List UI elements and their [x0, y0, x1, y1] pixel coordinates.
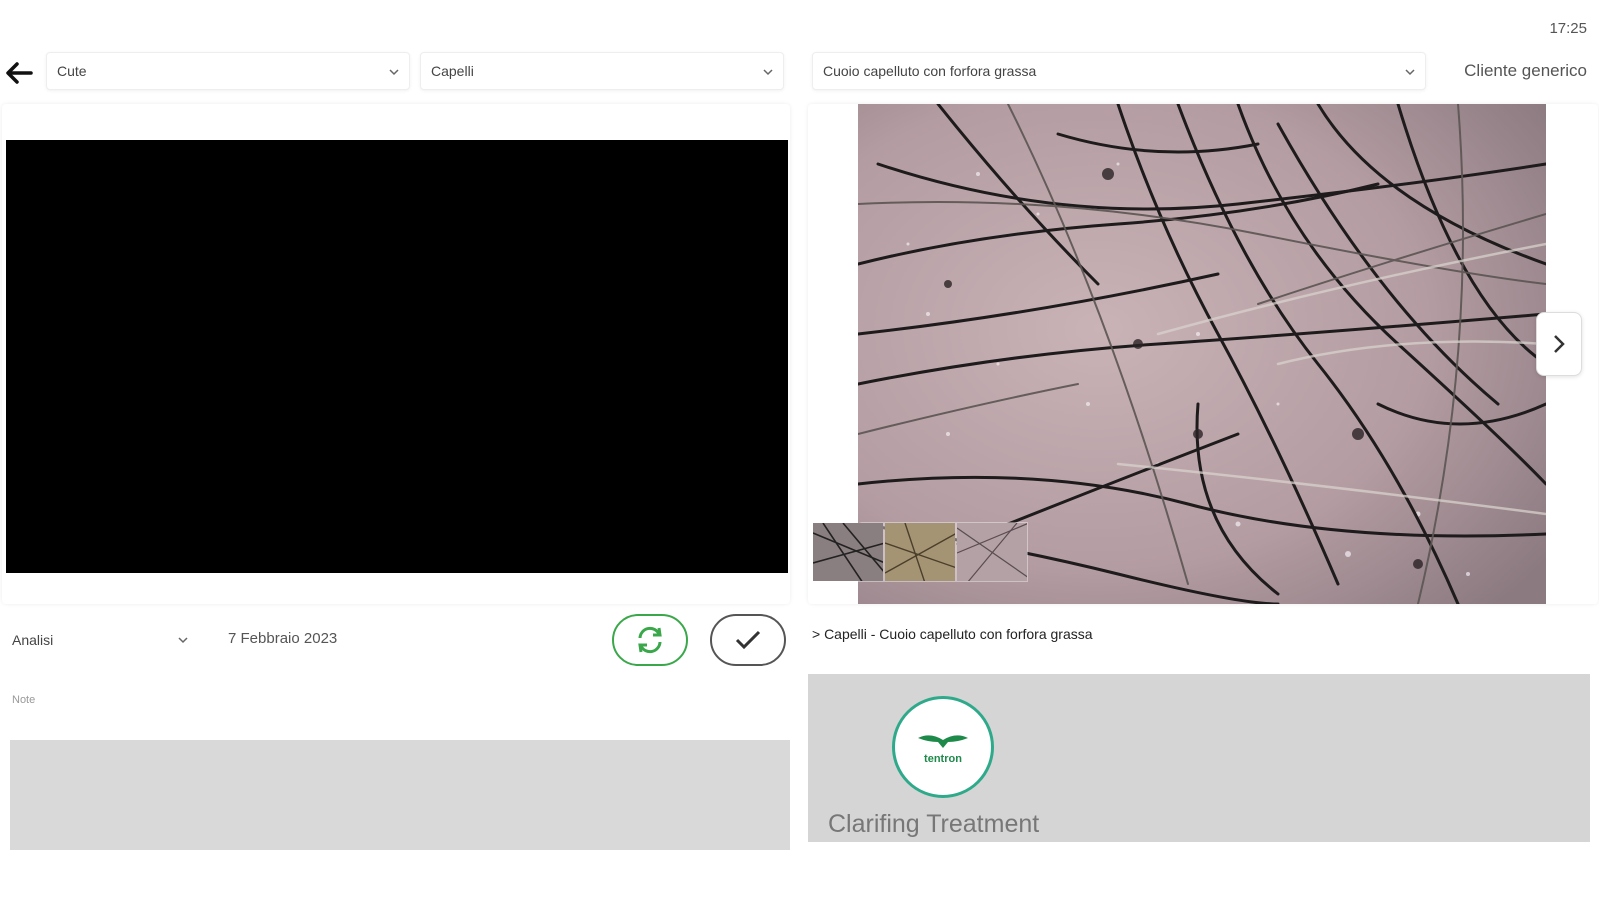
reference-panel	[808, 104, 1598, 604]
chevron-down-icon	[178, 637, 188, 644]
area-select-value: Cute	[57, 63, 87, 79]
note-label: Note	[12, 694, 36, 706]
client-name[interactable]: Cliente generico	[1464, 61, 1587, 81]
eagle-logo-icon: tentron	[918, 735, 968, 765]
condition-select[interactable]: Cuoio capelluto con forfora grassa	[812, 52, 1426, 90]
back-button[interactable]	[2, 56, 36, 90]
camera-panel	[2, 104, 790, 604]
chevron-down-icon	[389, 69, 399, 76]
check-icon	[735, 630, 761, 650]
svg-text:tentron: tentron	[924, 753, 962, 765]
arrow-left-icon	[6, 62, 33, 84]
confirm-button[interactable]	[710, 614, 786, 666]
refresh-button[interactable]	[612, 614, 688, 666]
chevron-down-icon	[1405, 69, 1415, 76]
thumbnail[interactable]	[956, 522, 1028, 582]
treatment-card[interactable]: tentron Clarifing Treatment	[808, 674, 1590, 842]
brand-logo: tentron	[892, 696, 994, 798]
type-select-value: Capelli	[431, 63, 474, 79]
chevron-down-icon	[763, 69, 773, 76]
thumbnail[interactable]	[812, 522, 884, 582]
condition-select-value: Cuoio capelluto con forfora grassa	[823, 63, 1037, 79]
area-select[interactable]: Cute	[46, 52, 410, 90]
condition-breadcrumb: > Capelli - Cuoio capelluto con forfora …	[812, 626, 1093, 642]
status-time: 17:25	[1549, 20, 1587, 37]
type-select[interactable]: Capelli	[420, 52, 784, 90]
refresh-icon	[638, 626, 662, 654]
chevron-right-icon	[1554, 335, 1565, 353]
next-image-button[interactable]	[1536, 312, 1582, 376]
capture-date: 7 Febbraio 2023	[228, 630, 338, 647]
treatment-name: Clarifing Treatment	[828, 810, 1040, 838]
thumbnail[interactable]	[884, 522, 956, 582]
analysis-select[interactable]: Analisi	[4, 622, 196, 658]
analysis-select-value: Analisi	[12, 632, 54, 648]
note-input[interactable]	[10, 740, 790, 850]
live-camera-view	[6, 140, 788, 573]
